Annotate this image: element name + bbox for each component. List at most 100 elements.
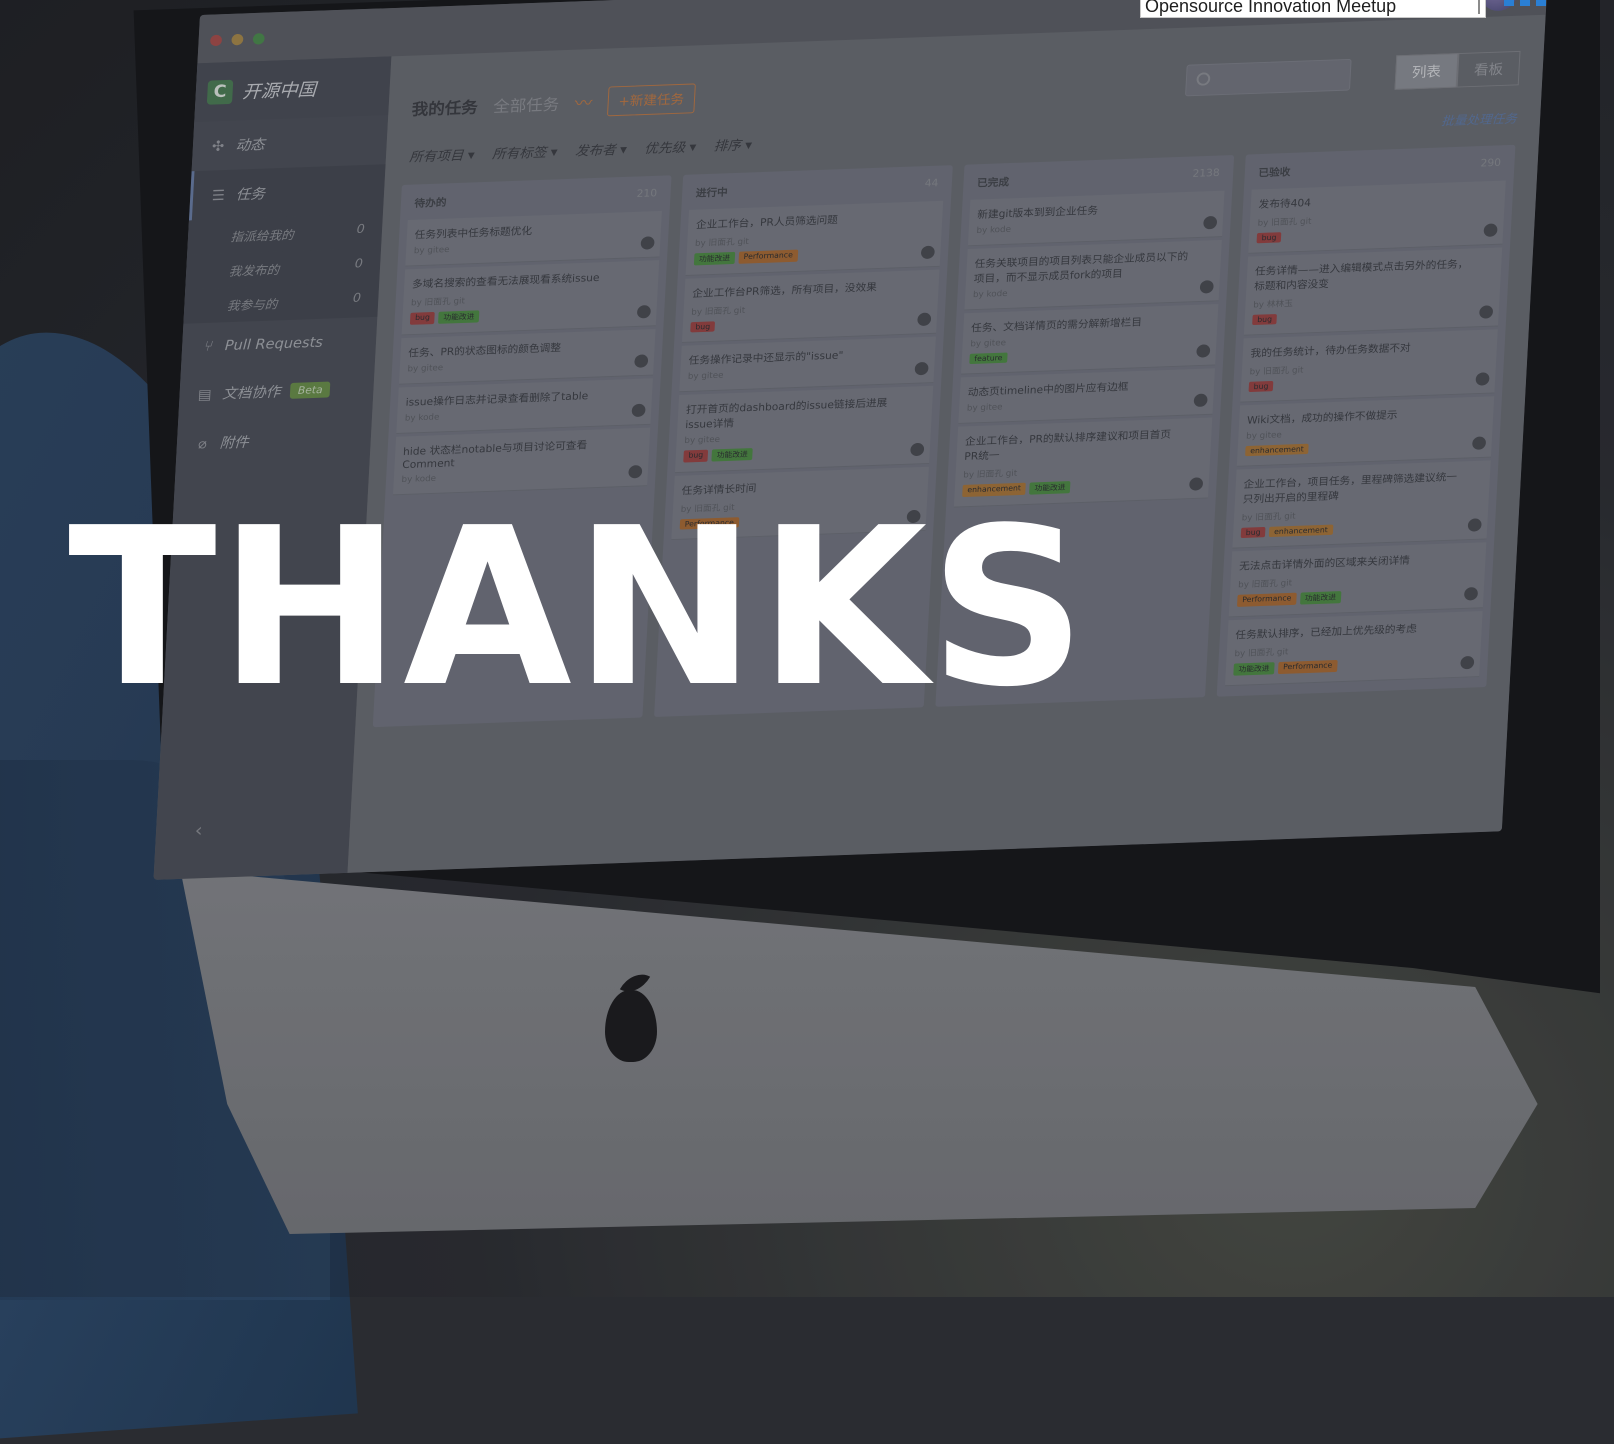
task-card[interactable]: 任务关联项目的项目列表只能企业成员以下的项目，而不显示成员fork的项目 by k… [964,239,1222,311]
column-title: 待办的 [414,196,447,210]
assignee-avatar[interactable] [631,403,646,418]
apple-logo-icon [605,990,657,1062]
assignee-avatar[interactable] [1467,518,1482,532]
assignee-avatar[interactable] [1475,372,1490,386]
brand-logo[interactable]: C 开源中国 [194,56,392,122]
assignee-avatar[interactable] [910,442,925,457]
task-card[interactable]: 我的任务统计，待办任务数据不对 by 旧面孔 git bug [1240,329,1498,403]
task-card[interactable]: 多域名搜索的查看无法展现看系统issue by 旧面孔 git bug 功能改进 [401,260,660,336]
new-task-button[interactable]: +新建任务 [606,82,696,116]
task-tag[interactable]: 功能改进 [438,310,480,324]
assignee-avatar[interactable] [1483,223,1498,237]
assignee-avatar[interactable] [1193,393,1208,408]
task-tag[interactable]: bug [1256,232,1282,244]
sidebar-item-docs[interactable]: ▤ 文档协作 Beta [178,363,375,419]
search-input[interactable] [1185,58,1352,96]
task-tags: feature [969,345,1208,365]
filter-publisher[interactable]: 发布者 ▾ [575,140,628,160]
sub-item-count: 0 [352,291,362,306]
sub-item-label: 指派给我的 [230,228,295,246]
assignee-avatar[interactable] [1196,344,1211,358]
task-tag[interactable]: 功能改进 [711,448,753,462]
task-tag[interactable]: Performance [1236,592,1297,607]
task-tags: bug [690,314,929,333]
sidebar-item-label: 任务 [235,185,266,204]
sidebar-item-attachments[interactable]: ⌀ 附件 [176,413,373,469]
assignee-avatar[interactable] [920,245,935,260]
main-content: 我的任务 全部任务 〰 +新建任务 列表 看板 所有项目 ▾ 所有标签 ▾ 发布… [347,14,1546,873]
assignee-avatar[interactable] [1479,305,1494,319]
assignee-avatar[interactable] [640,236,655,250]
task-card[interactable]: Wiki文档，成功的操作不做提示 by gitee enhancement [1236,396,1495,467]
collapse-sidebar-icon[interactable]: ‹ [194,819,203,842]
task-card[interactable]: 无法点击详情外面的区域来关闭详情 by 旧面孔 git Performance 功能改… [1228,542,1487,618]
task-tag[interactable]: 功能改进 [1299,591,1342,605]
task-tag[interactable]: bug [1252,313,1278,326]
list-view-button[interactable]: 列表 [1394,53,1459,90]
task-card[interactable]: 任务默认排序，已经加上优先级的考虑 by 旧面孔 git 功能改进 Performan… [1224,611,1483,687]
filter-sort[interactable]: 排序 ▾ [713,135,752,155]
task-card[interactable]: 发布待404 by 旧面孔 git bug [1248,180,1506,254]
task-title: 打开首页的dashboard的issue链接后进展issue详情 [684,396,888,431]
minimize-window-dot[interactable] [231,33,244,46]
task-title: 任务详情——进入编辑模式点击另外的任务，标题和内容没变 [1253,257,1469,293]
task-tag[interactable]: Performance [738,249,798,264]
batch-process-link[interactable]: 批量处理任务 [1441,108,1518,129]
task-card[interactable]: 企业工作台，项目任务，里程碑筛选建议统一只列出开启的里程碑 by 旧面孔 git b… [1232,460,1491,549]
task-card[interactable]: 任务操作记录中还显示的"issue" by gitee [679,336,936,393]
column-count: 290 [1480,156,1502,170]
task-card[interactable]: 任务、PR的状态图标的颜色调整 by gitee [398,329,656,385]
sub-item-label: 我参与的 [226,298,278,314]
task-tag[interactable]: bug [409,311,436,325]
sidebar-item-tasks[interactable]: ☰ 任务 [188,164,386,221]
task-tag[interactable]: 功能改进 [693,251,736,266]
assignee-avatar[interactable] [634,354,649,368]
task-tags: 功能改进 Performance [693,245,933,266]
trend-chart-icon[interactable]: 〰 [574,89,593,114]
task-tag[interactable]: bug [690,321,716,333]
task-tag[interactable]: enhancement [1245,443,1309,457]
assignee-avatar[interactable] [1199,280,1214,294]
task-tag[interactable]: Performance [1277,659,1338,675]
task-tag[interactable]: bug [683,449,709,463]
task-tag[interactable]: feature [969,352,1008,365]
event-name-banner: Opensource Innovation Meetup [1140,0,1486,18]
maximize-window-dot[interactable] [252,33,265,45]
task-tags: 功能改进 Performance [1233,655,1472,676]
task-card[interactable]: 企业工作台PR筛选，所有项目，没效果 by 旧面孔 git bug [681,269,940,343]
board-view-button[interactable]: 看板 [1456,50,1521,88]
task-card[interactable]: 任务详情——进入编辑模式点击另外的任务，标题和内容没变 by 林林玉 bug [1243,247,1503,336]
assignee-avatar[interactable] [636,305,652,319]
task-card[interactable]: 任务、文档详情页的需分解新增栏目 by gitee feature [960,304,1219,375]
sidebar-item-activity[interactable]: ✣ 动态 [192,115,389,171]
task-tag[interactable]: enhancement [1269,524,1333,538]
board-column: 已验收 290 发布待404 by 旧面孔 git bug 任务详情——进入编辑模式点击另… [1216,144,1516,697]
task-card[interactable]: 任务列表中任务标题优化 by gitee [405,210,662,267]
assignee-avatar[interactable] [1189,477,1204,491]
close-window-dot[interactable] [209,34,223,47]
task-card[interactable]: 企业工作台，PR人员筛选问题 by 旧面孔 git 功能改进 Performance [685,200,944,276]
task-card[interactable]: 新建git版本到到企业任务 by kode [967,190,1225,247]
sidebar-item-pull-requests[interactable]: ⑂ Pull Requests [181,317,378,371]
column-count: 210 [636,186,658,200]
filter-labels[interactable]: 所有标签 ▾ [492,142,558,163]
imac-screen: C 开源中国 ✣ 动态 ☰ 任务 指派给我的 0 我发布的 0 我参与的 0 ⑂… [153,0,1549,880]
task-card[interactable]: 打开首页的dashboard的issue链接后进展issue详情 by gitee… [674,385,934,474]
tab-my-tasks[interactable]: 我的任务 [411,94,478,120]
assignee-avatar[interactable] [917,312,932,327]
assignee-avatar[interactable] [1463,587,1479,601]
task-card[interactable]: 动态页timeline中的图片应有边框 by gitee [958,368,1215,424]
filter-projects[interactable]: 所有项目 ▾ [409,145,475,166]
task-tag[interactable]: 功能改进 [1233,662,1275,676]
task-tag[interactable]: bug [1248,380,1274,393]
assignee-avatar[interactable] [628,464,643,479]
assignee-avatar[interactable] [914,361,929,376]
tab-all-tasks[interactable]: 全部任务 [493,91,560,117]
filter-priority[interactable]: 优先级 ▾ [644,137,697,157]
assignee-avatar[interactable] [1471,436,1487,450]
task-card[interactable]: issue操作日志并记录查看删除了table by kode [396,378,653,434]
assignee-avatar[interactable] [1203,215,1218,230]
task-tag[interactable]: bug [1240,526,1266,539]
task-title: hide 状态栏notable与项目讨论可查看Comment [402,439,588,471]
assignee-avatar[interactable] [1460,655,1475,670]
